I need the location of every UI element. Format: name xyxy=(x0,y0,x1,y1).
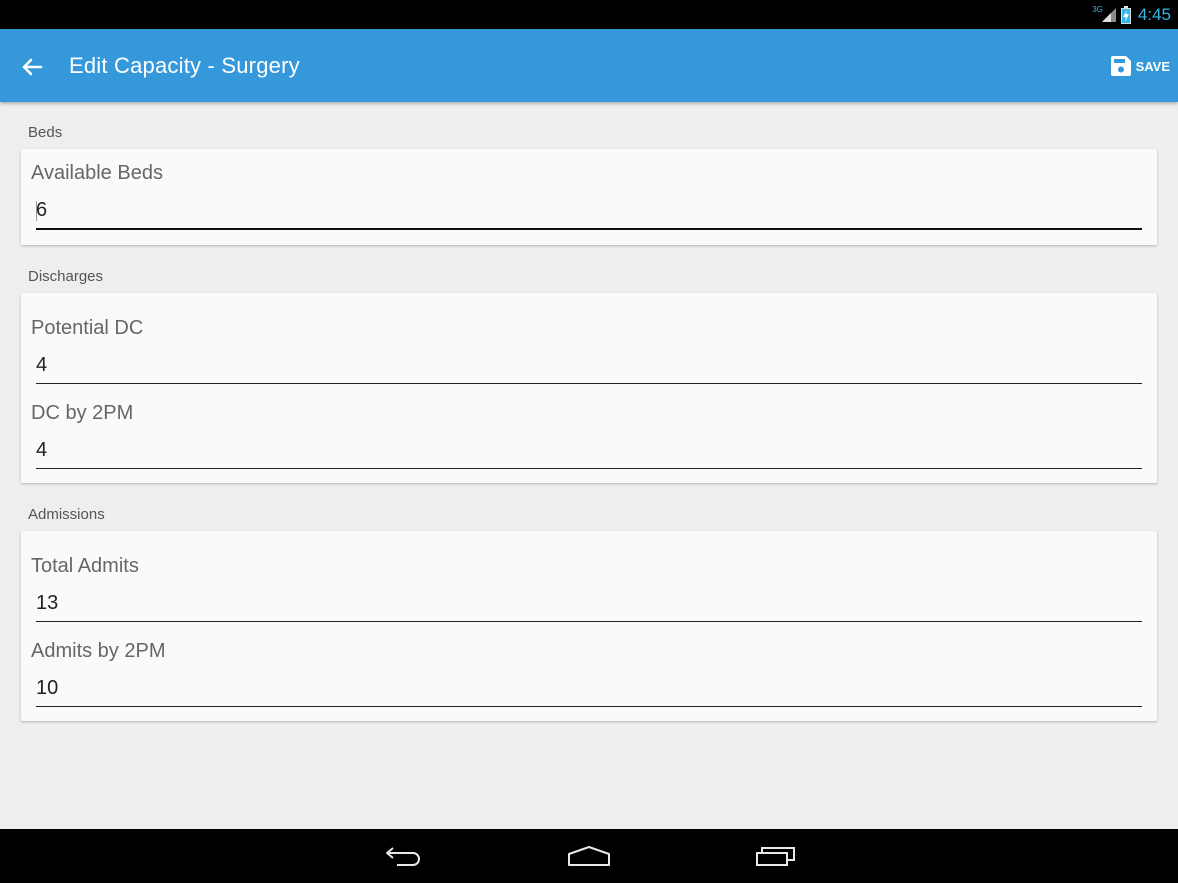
nav-back-button[interactable] xyxy=(373,841,433,871)
page-title: Edit Capacity - Surgery xyxy=(69,53,300,78)
dc-by-2pm-underline xyxy=(36,468,1142,469)
potential-dc-underline xyxy=(36,383,1142,384)
signal-icon xyxy=(1101,8,1116,22)
arrow-left-icon xyxy=(22,58,43,76)
clock: 4:45 xyxy=(1137,5,1171,24)
available-beds-underline xyxy=(36,228,1142,230)
status-bar: 3G 4:45 xyxy=(0,0,1178,29)
text-cursor xyxy=(36,201,37,221)
save-button[interactable]: SAVE xyxy=(1110,53,1170,79)
dc-by-2pm-input[interactable] xyxy=(36,436,1142,464)
available-beds-label: Available Beds xyxy=(31,162,163,184)
total-admits-label: Total Admits xyxy=(31,555,139,577)
dc-by-2pm-label: DC by 2PM xyxy=(31,402,134,424)
battery-charging-icon xyxy=(1120,6,1131,24)
nav-back-icon xyxy=(386,847,420,866)
nav-recents-icon xyxy=(756,847,795,866)
section-header-admissions: Admissions xyxy=(28,506,105,523)
back-button[interactable] xyxy=(14,49,50,85)
network-type: 3G xyxy=(1092,4,1103,14)
total-admits-input[interactable] xyxy=(36,589,1142,617)
potential-dc-input[interactable] xyxy=(36,351,1142,379)
admits-by-2pm-underline xyxy=(36,706,1142,707)
status-icons: 3G 4:45 xyxy=(1092,4,1171,26)
card-beds: Available Beds xyxy=(21,149,1157,245)
section-header-beds: Beds xyxy=(28,124,63,141)
navigation-bar xyxy=(0,829,1178,883)
nav-recents-button[interactable] xyxy=(746,841,806,871)
available-beds-input[interactable] xyxy=(36,196,1142,224)
dc-by-2pm-field: DC by 2PM xyxy=(21,402,1157,482)
nav-home-icon xyxy=(568,846,610,866)
card-admissions: Total Admits Admits by 2PM xyxy=(21,531,1157,721)
available-beds-field: Available Beds xyxy=(21,162,1157,242)
card-discharges: Potential DC DC by 2PM xyxy=(21,293,1157,483)
floppy-disk-icon xyxy=(1110,56,1131,76)
app-bar: Edit Capacity - Surgery SAVE xyxy=(0,29,1178,102)
admits-by-2pm-field: Admits by 2PM xyxy=(21,640,1157,720)
section-header-discharges: Discharges xyxy=(28,268,104,285)
admits-by-2pm-label: Admits by 2PM xyxy=(31,640,166,662)
total-admits-field: Total Admits xyxy=(21,555,1157,635)
total-admits-underline xyxy=(36,621,1142,622)
potential-dc-field: Potential DC xyxy=(21,317,1157,397)
nav-home-button[interactable] xyxy=(559,841,619,871)
admits-by-2pm-input[interactable] xyxy=(36,674,1142,702)
potential-dc-label: Potential DC xyxy=(31,317,144,339)
save-label: SAVE xyxy=(1135,58,1170,74)
